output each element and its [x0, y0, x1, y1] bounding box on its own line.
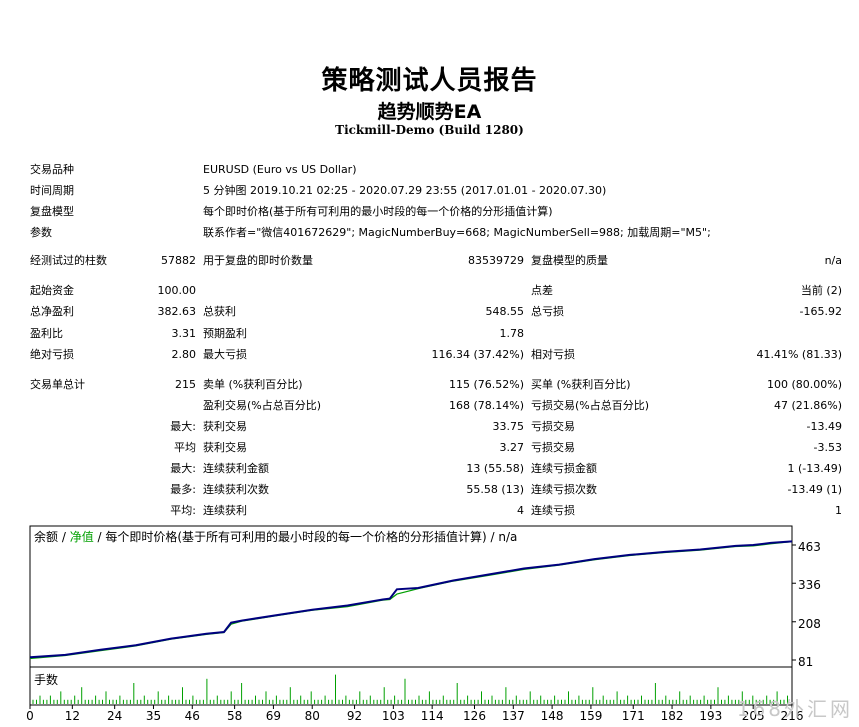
- x-tick-label: 182: [661, 709, 684, 723]
- y-tick-label: 81: [798, 655, 813, 669]
- x-tick-label: 126: [463, 709, 486, 723]
- x-tick-label: 92: [347, 709, 362, 723]
- x-tick-label: 193: [699, 709, 722, 723]
- x-tick-label: 12: [65, 709, 80, 723]
- x-tick-label: 171: [622, 709, 645, 723]
- x-tick-label: 35: [146, 709, 161, 723]
- legend-sep: /: [58, 530, 70, 544]
- x-tick-label: 58: [227, 709, 242, 723]
- x-tick-label: 137: [502, 709, 525, 723]
- y-tick-label: 463: [798, 540, 821, 554]
- x-tick-label: 24: [107, 709, 122, 723]
- legend-balance: 余额: [34, 529, 58, 544]
- x-tick-label: 103: [382, 709, 405, 723]
- x-tick-label: 0: [26, 709, 34, 723]
- x-tick-label: 114: [421, 709, 444, 723]
- watermark-logo: 168外汇网: [736, 697, 853, 721]
- x-tick-label: 80: [305, 709, 320, 723]
- x-tick-label: 148: [541, 709, 564, 723]
- chart-legend: 余额 / 净值 / 每个即时价格(基于所有可利用的最小时段的每一个价格的分形插值…: [34, 529, 517, 544]
- y-tick-label: 208: [798, 617, 821, 631]
- chart-frame: [29, 525, 793, 668]
- x-tick-label: 69: [266, 709, 281, 723]
- legend-equity: 净值: [70, 529, 94, 544]
- legend-rest: / 每个即时价格(基于所有可利用的最小时段的每一个价格的分形插值计算) / n/…: [94, 529, 518, 544]
- volume-label: 手数: [34, 672, 58, 687]
- x-tick-label: 159: [579, 709, 602, 723]
- x-tick-label: 46: [185, 709, 200, 723]
- y-tick-label: 336: [798, 578, 821, 592]
- balance-chart: 463 336 208 81 0 12 24 35 46 58 69 80 92 103 114 126 13…: [26, 525, 821, 723]
